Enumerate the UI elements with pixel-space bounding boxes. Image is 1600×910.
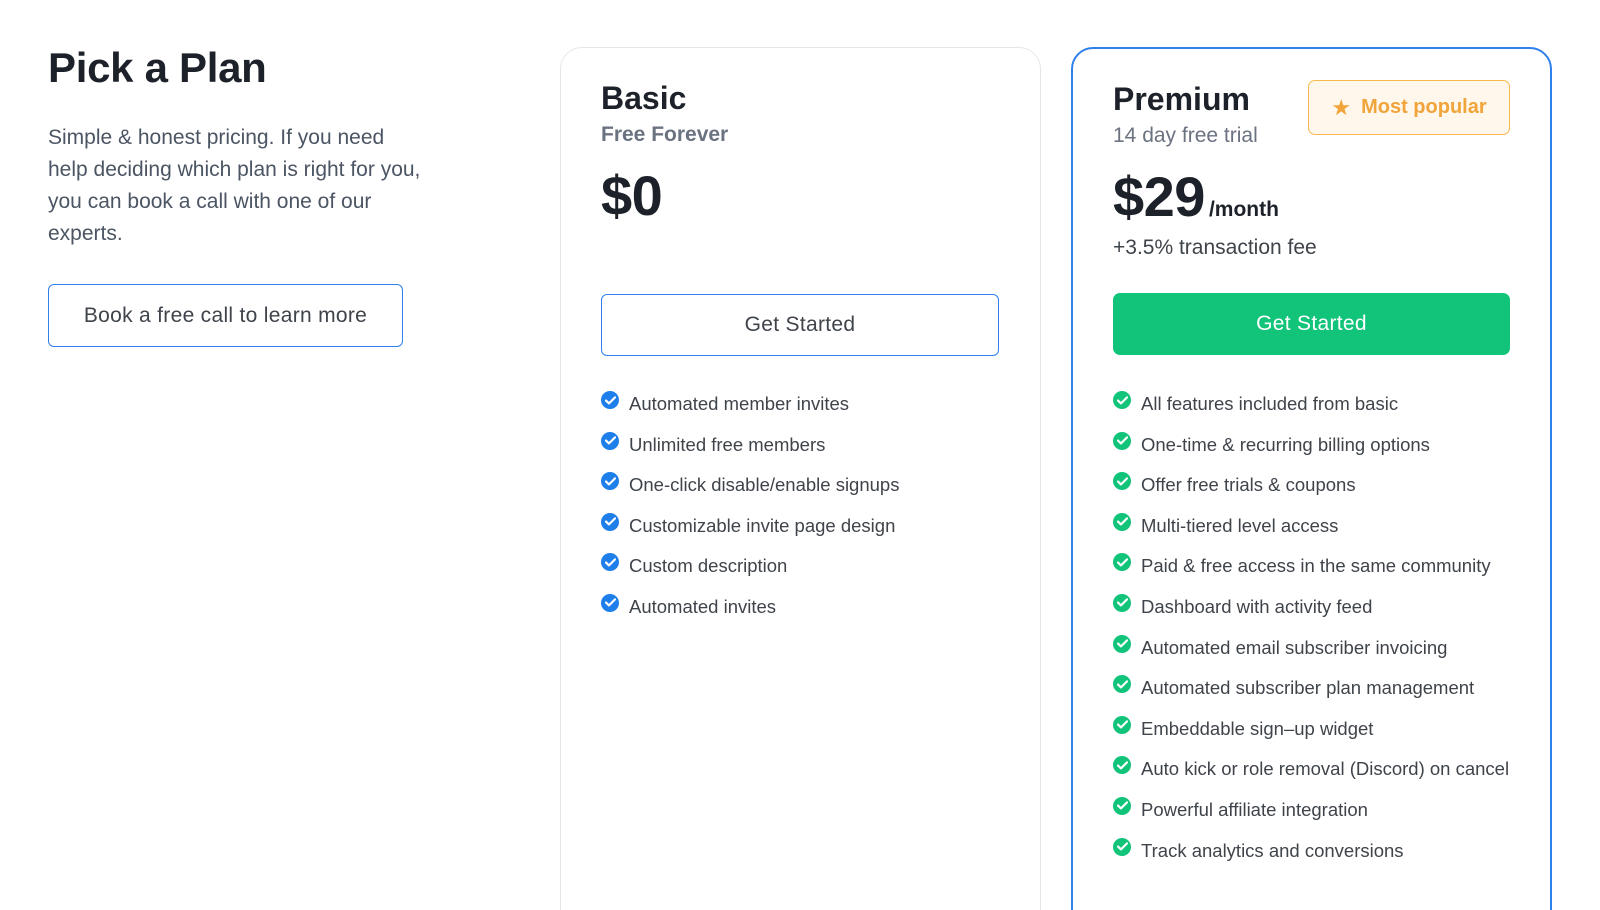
feature-item: Unlimited free members bbox=[601, 431, 1010, 458]
get-started-basic-button[interactable]: Get Started bbox=[601, 294, 999, 356]
feature-item: Dashboard with activity feed bbox=[1113, 593, 1520, 620]
plan-name: Premium bbox=[1113, 81, 1250, 117]
check-circle-icon bbox=[601, 553, 619, 572]
feature-item: Automated member invites bbox=[601, 391, 1010, 417]
check-circle-icon bbox=[1113, 756, 1131, 775]
most-popular-badge: ★ Most popular bbox=[1308, 80, 1510, 135]
plan-price: $0 bbox=[601, 163, 663, 228]
feature-label: All features included from basic bbox=[1141, 393, 1399, 414]
check-circle-icon bbox=[1113, 431, 1131, 450]
check-circle-icon bbox=[601, 431, 619, 450]
plan-card-basic: Basic Free Forever $0 Get Started Automa… bbox=[560, 47, 1041, 910]
check-circle-icon bbox=[1113, 512, 1131, 531]
book-call-button[interactable]: Book a free call to learn more bbox=[48, 284, 403, 347]
price-amount: $0 bbox=[601, 164, 663, 227]
check-circle-icon bbox=[1113, 391, 1131, 409]
feature-label: Offer free trials & coupons bbox=[1141, 474, 1356, 496]
feature-label: Automated member invites bbox=[629, 393, 850, 414]
check-circle-icon bbox=[1113, 472, 1131, 491]
feature-label: Track analytics and conversions bbox=[1141, 839, 1404, 861]
intro-section: Pick a Plan Simple & honest pricing. If … bbox=[48, 44, 428, 347]
feature-item: Paid & free access in the same community bbox=[1113, 553, 1520, 579]
feature-label: Automated subscriber plan management bbox=[1141, 677, 1475, 699]
plan-price: $29/month bbox=[1113, 164, 1279, 229]
feature-item: Multi-tiered level access bbox=[1113, 512, 1520, 539]
page-title: Pick a Plan bbox=[48, 44, 267, 91]
pricing-page: Pick a Plan Simple & honest pricing. If … bbox=[0, 0, 1600, 910]
feature-label: Multi-tiered level access bbox=[1141, 514, 1339, 536]
feature-item: One-click disable/enable signups bbox=[601, 472, 1010, 498]
feature-list-premium: All features included from basic One-time… bbox=[1113, 391, 1520, 878]
feature-item: One-time & recurring billing options bbox=[1113, 431, 1520, 458]
feature-label: Embeddable sign–up widget bbox=[1141, 717, 1374, 739]
plan-name: Basic bbox=[601, 80, 687, 116]
feature-item: Automated subscriber plan management bbox=[1113, 675, 1520, 701]
check-circle-icon bbox=[1113, 593, 1131, 612]
check-circle-icon bbox=[1113, 553, 1131, 572]
feature-item: Customizable invite page design bbox=[601, 512, 1010, 539]
check-circle-icon bbox=[601, 391, 619, 409]
check-circle-icon bbox=[1113, 675, 1131, 694]
check-circle-icon bbox=[1113, 715, 1131, 734]
feature-item: Custom description bbox=[601, 553, 1010, 579]
feature-item: Powerful affiliate integration bbox=[1113, 796, 1520, 823]
feature-item: Auto kick or role removal (Discord) on c… bbox=[1113, 756, 1520, 782]
feature-item: Offer free trials & coupons bbox=[1113, 472, 1520, 498]
check-circle-icon bbox=[1113, 634, 1131, 653]
plan-subtitle: 14 day free trial bbox=[1113, 124, 1258, 147]
price-unit: /month bbox=[1208, 198, 1279, 221]
feature-item: Automated invites bbox=[601, 593, 1010, 620]
check-circle-icon bbox=[601, 593, 619, 612]
feature-list-basic: Automated member invites Unlimited free m… bbox=[601, 391, 1010, 635]
badge-label: Most popular bbox=[1361, 96, 1487, 118]
feature-label: Customizable invite page design bbox=[629, 514, 896, 536]
feature-label: Auto kick or role removal (Discord) on c… bbox=[1141, 758, 1510, 780]
feature-item: Embeddable sign–up widget bbox=[1113, 715, 1520, 742]
star-icon: ★ bbox=[1331, 94, 1352, 120]
price-amount: $29 bbox=[1113, 165, 1205, 228]
check-circle-icon bbox=[601, 472, 619, 491]
feature-label: Automated email subscriber invoicing bbox=[1141, 636, 1448, 658]
feature-label: One-time & recurring billing options bbox=[1141, 433, 1430, 455]
transaction-fee: +3.5% transaction fee bbox=[1113, 236, 1317, 259]
plan-card-premium: Premium 14 day free trial ★ Most popular… bbox=[1071, 47, 1552, 910]
feature-label: Paid & free access in the same community bbox=[1141, 555, 1491, 577]
plan-subtitle: Free Forever bbox=[601, 123, 729, 146]
check-circle-icon bbox=[601, 512, 619, 531]
feature-label: Powerful affiliate integration bbox=[1141, 798, 1368, 820]
feature-label: One-click disable/enable signups bbox=[629, 474, 900, 496]
feature-item: All features included from basic bbox=[1113, 391, 1520, 417]
get-started-premium-button[interactable]: Get Started bbox=[1113, 293, 1510, 355]
check-circle-icon bbox=[1113, 837, 1131, 856]
feature-label: Unlimited free members bbox=[629, 433, 826, 455]
feature-item: Automated email subscriber invoicing bbox=[1113, 634, 1520, 661]
feature-label: Dashboard with activity feed bbox=[1141, 595, 1373, 617]
feature-label: Automated invites bbox=[629, 595, 777, 617]
feature-label: Custom description bbox=[629, 555, 788, 577]
check-circle-icon bbox=[1113, 796, 1131, 815]
feature-item: Track analytics and conversions bbox=[1113, 837, 1520, 864]
intro-description: Simple & honest pricing. If you need hel… bbox=[48, 126, 421, 245]
